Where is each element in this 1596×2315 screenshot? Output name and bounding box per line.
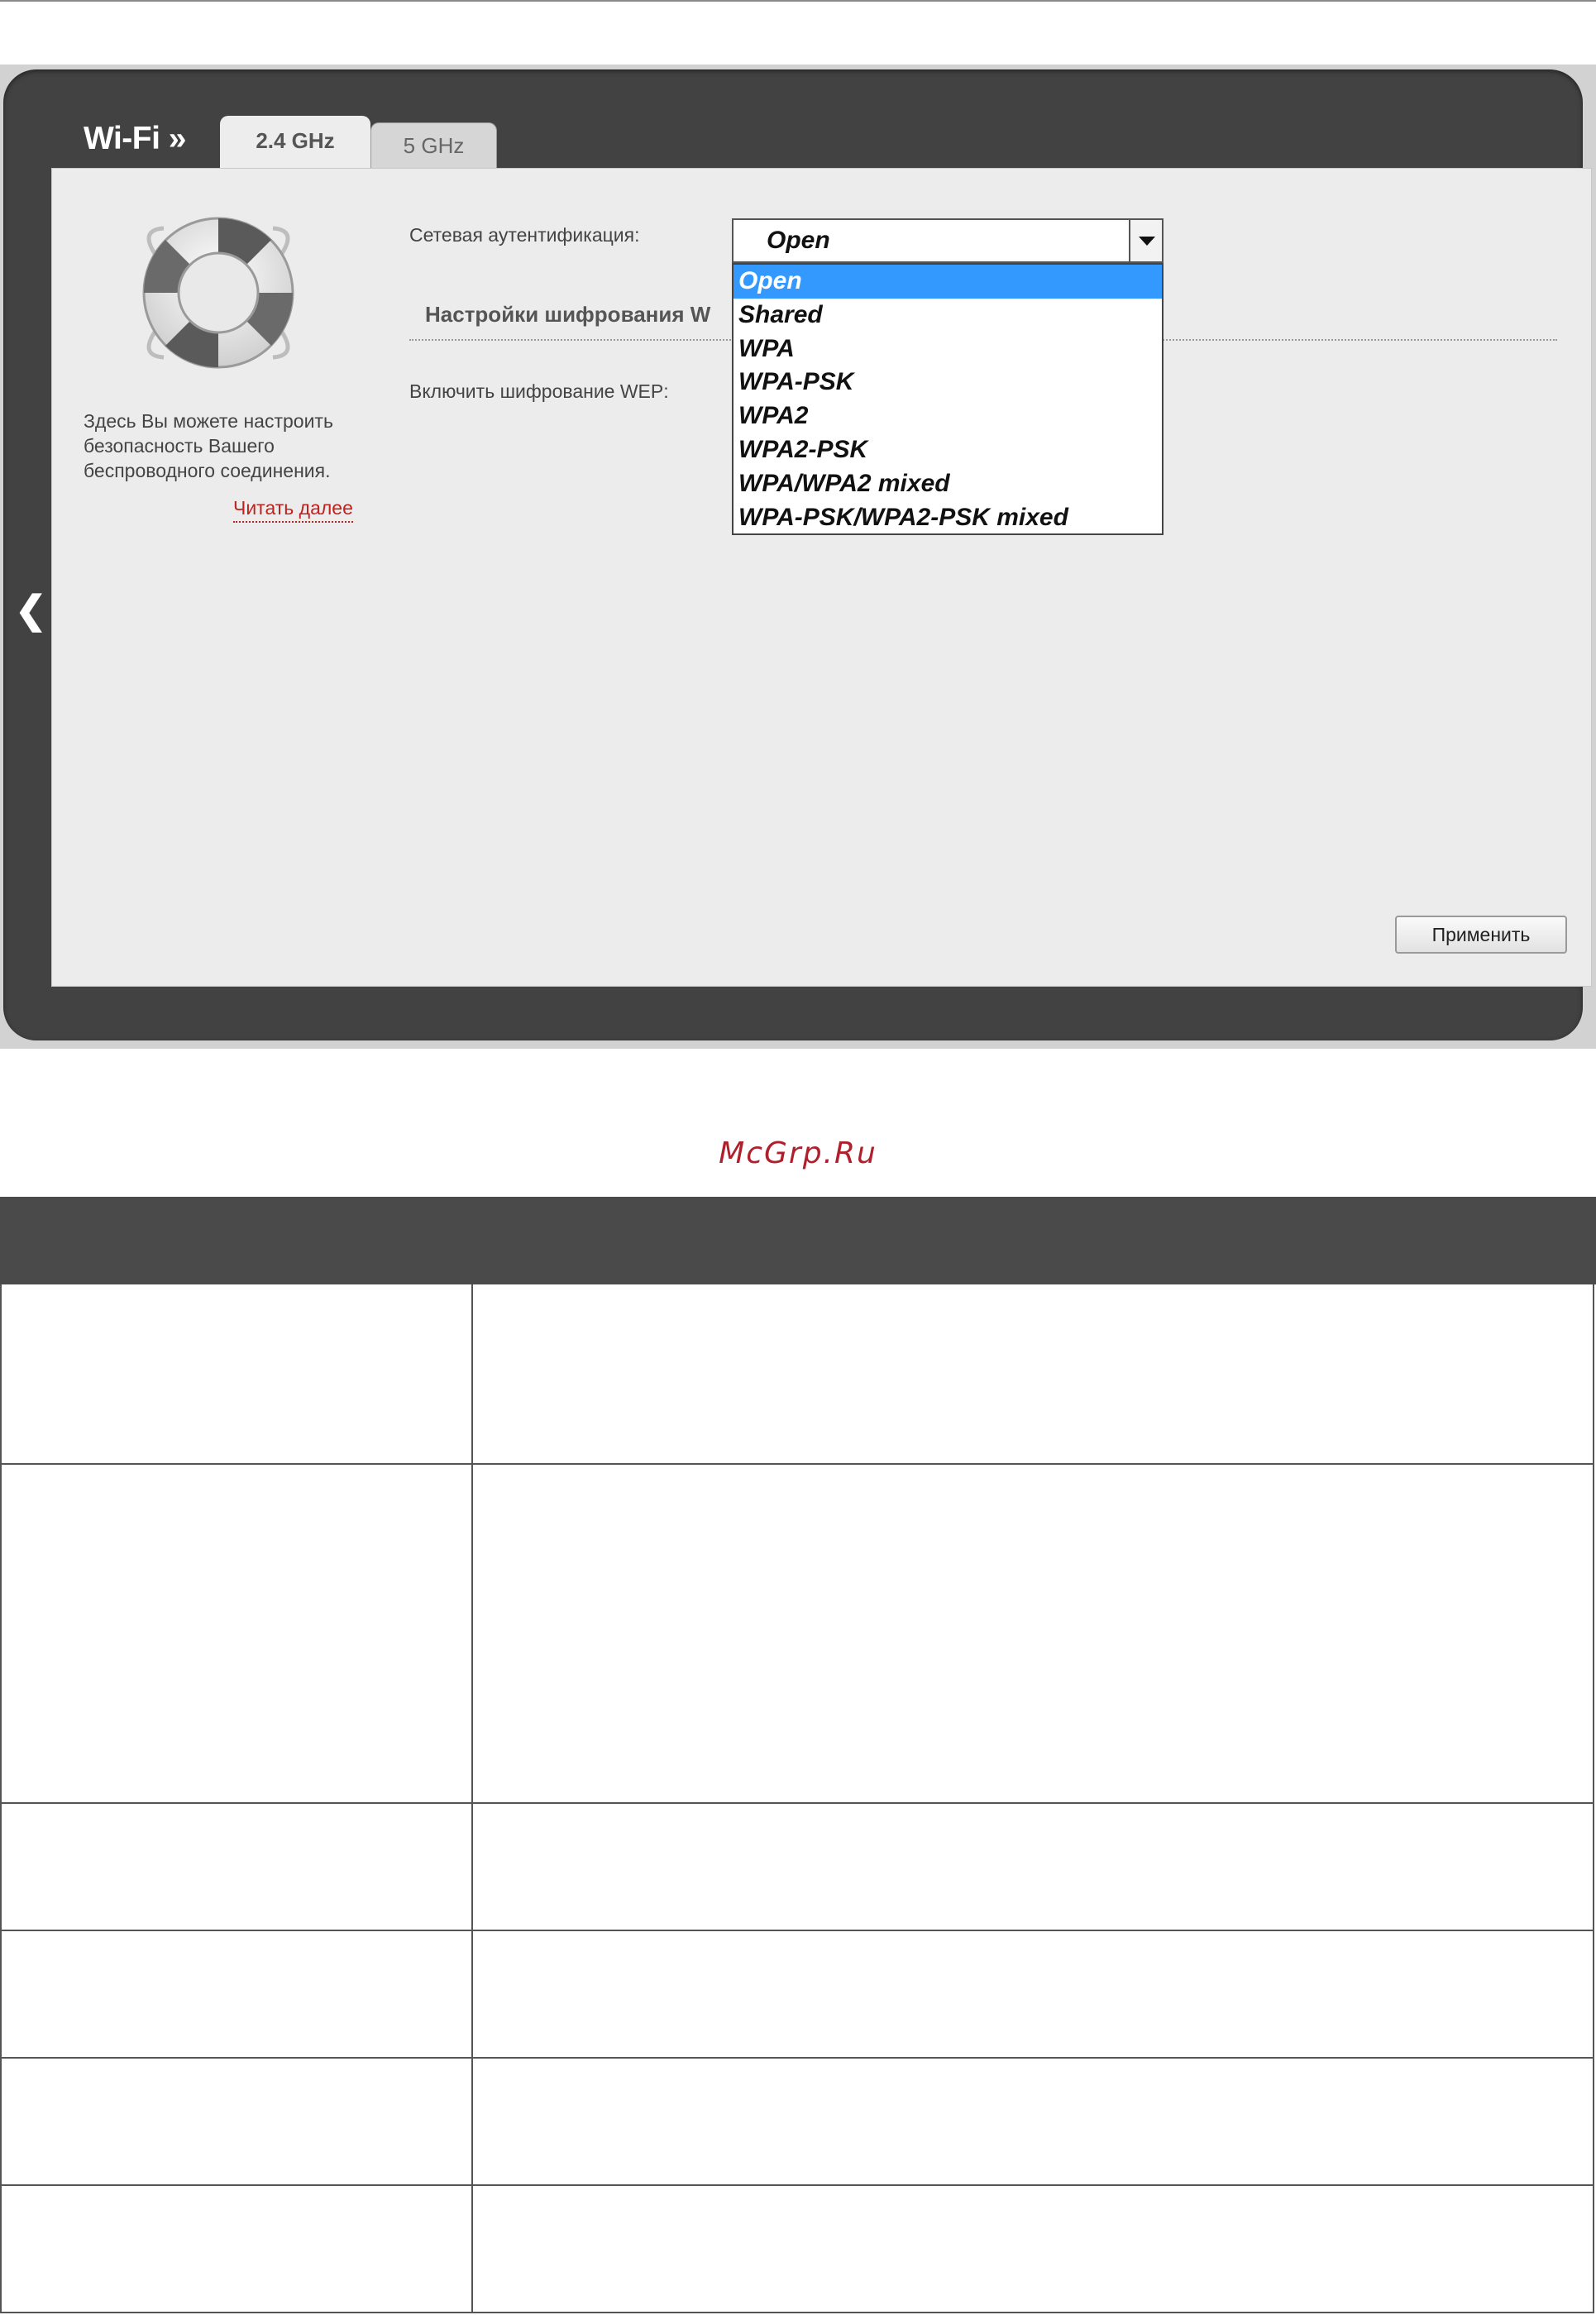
auth-option-shared[interactable]: Shared	[733, 299, 1162, 332]
table-row	[0, 2186, 1594, 2313]
column-divider	[471, 1284, 473, 1463]
column-divider	[471, 2186, 473, 2312]
back-arrow-icon[interactable]: ❮	[15, 591, 47, 629]
enable-wep-label: Включить шифрование WEP:	[409, 380, 669, 402]
section-title-wifi[interactable]: Wi-Fi »	[84, 121, 186, 157]
table-row	[0, 1284, 1594, 1465]
tab-5ghz[interactable]: 5 GHz	[370, 122, 497, 169]
table-row	[0, 1804, 1594, 1931]
tab-2-4ghz[interactable]: 2.4 GHz	[220, 116, 370, 170]
column-divider	[471, 2059, 473, 2184]
column-divider	[471, 1931, 473, 2057]
network-auth-label: Сетевая аутентификация:	[409, 224, 640, 246]
network-auth-dropdown: Open Shared WPA WPA-PSK WPA2 WPA2-PSK WP…	[732, 263, 1164, 535]
table-row	[0, 2059, 1594, 2186]
auth-option-wpa-psk[interactable]: WPA-PSK	[733, 366, 1162, 399]
chevron-down-icon[interactable]	[1129, 220, 1162, 261]
column-divider	[471, 1465, 473, 1802]
read-more-link[interactable]: Читать далее	[233, 497, 353, 523]
watermark: McGrp.Ru	[719, 1136, 877, 1170]
auth-option-wpa-wpa2-mixed[interactable]: WPA/WPA2 mixed	[733, 467, 1162, 501]
table-row	[0, 1931, 1594, 2059]
table-row	[0, 1465, 1594, 1804]
auth-option-wpa2[interactable]: WPA2	[733, 399, 1162, 433]
apply-button[interactable]: Применить	[1395, 916, 1567, 954]
page-top-rule	[0, 0, 1596, 2]
column-divider	[471, 1804, 473, 1930]
auth-option-open[interactable]: Open	[733, 265, 1162, 299]
lifebuoy-icon	[142, 217, 294, 369]
auth-option-wpa-psk-wpa2-psk-mixed[interactable]: WPA-PSK/WPA2-PSK mixed	[733, 501, 1162, 535]
security-help-text: Здесь Вы можете настроить безопасность В…	[84, 410, 333, 481]
auth-option-wpa[interactable]: WPA	[733, 332, 1162, 366]
auth-option-wpa2-psk[interactable]: WPA2-PSK	[733, 433, 1162, 467]
encryption-settings-heading: Настройки шифрования W	[425, 302, 711, 327]
network-auth-selected-value: Open	[767, 227, 830, 254]
network-auth-select[interactable]: Open	[732, 218, 1164, 263]
table-header	[0, 1197, 1596, 1284]
